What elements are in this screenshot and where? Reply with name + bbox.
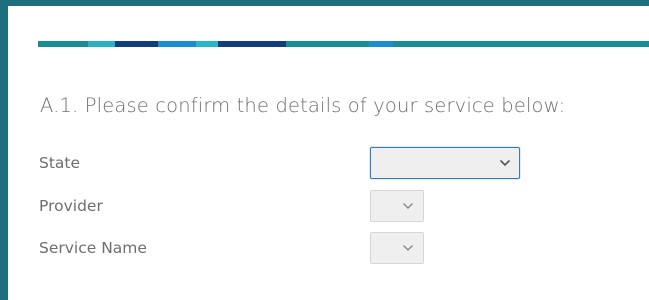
state-label: State	[39, 154, 81, 172]
provider-select[interactable]	[370, 190, 424, 222]
decorative-stripe	[38, 41, 649, 47]
stripe-segment	[38, 41, 88, 47]
stripe-segment	[369, 41, 393, 47]
chevron-down-icon	[403, 203, 413, 209]
survey-panel: A.1. Please confirm the details of your …	[0, 0, 649, 300]
chevron-down-icon	[499, 159, 511, 167]
stripe-segment	[115, 41, 158, 47]
stripe-segment	[393, 41, 649, 47]
state-select[interactable]	[370, 147, 520, 179]
service-name-select[interactable]	[370, 232, 424, 264]
service-name-label: Service Name	[39, 239, 147, 257]
chevron-down-icon	[403, 245, 413, 251]
stripe-segment	[196, 41, 218, 47]
stripe-segment	[158, 41, 196, 47]
question-heading: A.1. Please confirm the details of your …	[40, 94, 566, 117]
stripe-segment	[218, 41, 286, 47]
provider-label: Provider	[39, 197, 103, 215]
stripe-segment	[286, 41, 369, 47]
stripe-segment	[88, 41, 115, 47]
